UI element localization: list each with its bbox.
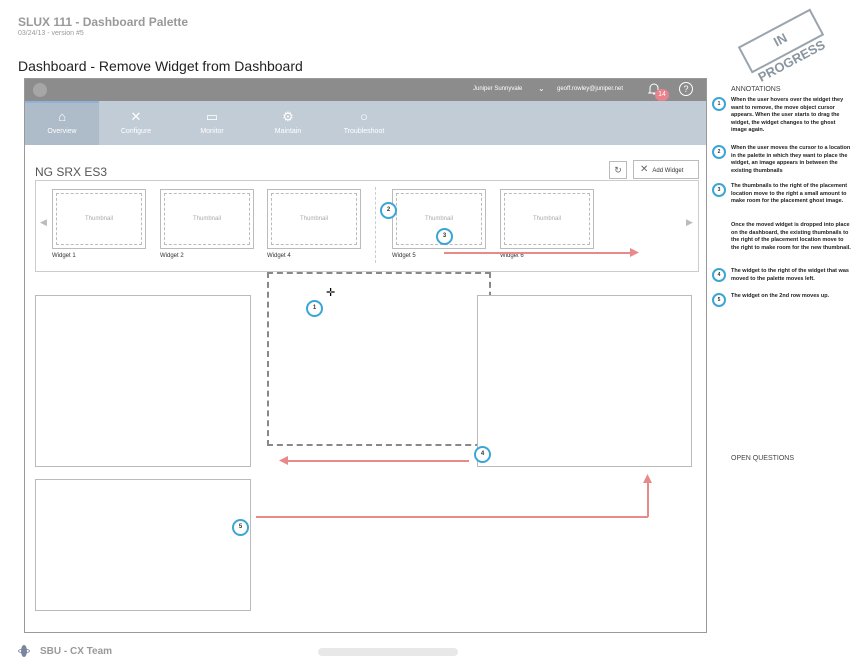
- nav-item-configure[interactable]: ✕ Configure: [99, 101, 173, 145]
- chat-icon: ○: [360, 109, 368, 124]
- annotation-marker: 2: [380, 202, 397, 219]
- annotation-text: The thumbnails to the right of the place…: [731, 183, 848, 204]
- thumbnail-label: Widget 5: [392, 253, 416, 259]
- open-questions-title: OPEN QUESTIONS: [731, 455, 795, 462]
- thumbnail-label: Widget 6: [500, 253, 524, 259]
- logo: [33, 83, 47, 97]
- user-email[interactable]: geoff.rowley@juniper.net: [557, 86, 623, 92]
- annotation-marker: 4: [474, 446, 491, 463]
- annotation-text: The widget to the right of the widget th…: [731, 268, 849, 282]
- doc-title: SLUX 111 - Dashboard Palette: [18, 15, 189, 29]
- nav-item-troubleshoot[interactable]: ○ Troubleshoot: [327, 101, 401, 145]
- add-widget-label: Add Widget: [652, 168, 684, 174]
- help-icon[interactable]: ?: [679, 82, 693, 96]
- annotation-number: 2: [712, 145, 726, 159]
- shift-right-arrow-line: [444, 252, 634, 254]
- nav-item-label: Configure: [120, 128, 152, 135]
- top-bar: Juniper Sunnyvale ⌄ geoff.rowley@juniper…: [25, 79, 706, 101]
- page-heading: Dashboard - Remove Widget from Dashboard: [18, 58, 303, 74]
- arrow-head-left-icon: [279, 456, 288, 465]
- arrow-head-up-icon: [643, 474, 652, 483]
- gears-icon: ⚙: [282, 109, 294, 124]
- dashboard-widget[interactable]: [35, 295, 251, 467]
- doc-version: 03/24/13 - version #5: [18, 30, 84, 37]
- active-tab-indicator: [25, 101, 99, 103]
- team-logo-icon: [18, 644, 30, 658]
- thumbnail-placeholder: Thumbnail: [504, 193, 590, 245]
- placement-ghost-divider: [375, 187, 376, 263]
- footer-team: SBU - CX Team: [40, 646, 113, 657]
- annotations-title: ANNOTATIONS: [731, 86, 781, 93]
- refresh-button[interactable]: ↻: [609, 161, 627, 179]
- notification-badge[interactable]: 14: [655, 89, 669, 101]
- tools-icon: ✕: [130, 109, 142, 124]
- arrow-head-right-icon: [630, 248, 639, 257]
- scroll-right-icon[interactable]: ▶: [686, 217, 693, 228]
- thumbnail-placeholder: Thumbnail: [164, 193, 250, 245]
- move-up-arrow-line: [647, 483, 649, 517]
- annotation-marker: 1: [306, 300, 323, 317]
- dashboard-widget[interactable]: [477, 295, 692, 467]
- dashboard-title: NG SRX ES3: [35, 165, 108, 179]
- annotation-text: When the user moves the cursor to a loca…: [731, 145, 851, 174]
- thumbnail-placeholder: Thumbnail: [271, 193, 357, 245]
- nav-item-monitor[interactable]: ▭ Monitor: [175, 101, 249, 145]
- nav-item-label: Overview: [47, 128, 77, 135]
- palette-thumbnail[interactable]: Thumbnail: [52, 189, 146, 249]
- chevron-down-icon[interactable]: ⌄: [538, 84, 545, 93]
- annotation-number: 4: [712, 268, 726, 282]
- nav-item-label: Troubleshoot: [343, 128, 385, 135]
- drag-ghost-widget[interactable]: [267, 272, 491, 446]
- thumbnail-label: Widget 4: [267, 253, 291, 259]
- nav-item-overview[interactable]: ⌂ Overview: [25, 101, 99, 145]
- in-progress-stamp: IN PROGRESS: [737, 8, 828, 85]
- palette-thumbnail[interactable]: Thumbnail: [267, 189, 361, 249]
- move-left-arrow-line: [287, 460, 469, 462]
- annotation-text: When the user hovers over the widget the…: [731, 97, 844, 133]
- thumbnail-label: Widget 1: [52, 253, 76, 259]
- nav-item-maintain[interactable]: ⚙ Maintain: [251, 101, 325, 145]
- app-frame: Juniper Sunnyvale ⌄ geoff.rowley@juniper…: [24, 78, 707, 633]
- main-nav: ⌂ Overview ✕ Configure ▭ Monitor ⚙ Maint…: [25, 101, 706, 145]
- annotation-marker: 5: [232, 519, 249, 536]
- annotation-number: 1: [712, 97, 726, 111]
- footer-confidential-bar: [318, 648, 458, 656]
- annotation-marker: 3: [436, 228, 453, 245]
- scroll-left-icon[interactable]: ◀: [40, 217, 47, 228]
- thumbnail-label: Widget 2: [160, 253, 184, 259]
- move-up-arrow-line: [256, 516, 648, 518]
- annotation-text: Once the moved widget is dropped into pl…: [731, 222, 851, 251]
- monitor-icon: ▭: [205, 109, 219, 124]
- close-icon: ✕: [640, 164, 649, 175]
- add-widget-button[interactable]: ✕ Add Widget: [633, 160, 699, 179]
- thumbnail-placeholder: Thumbnail: [56, 193, 142, 245]
- home-icon: ⌂: [58, 109, 66, 124]
- annotation-number: 5: [712, 293, 726, 307]
- palette-thumbnail[interactable]: Thumbnail: [160, 189, 254, 249]
- move-cursor-icon: ✛: [326, 287, 336, 299]
- nav-item-label: Monitor: [200, 128, 224, 135]
- palette-thumbnail[interactable]: Thumbnail: [500, 189, 594, 249]
- annotation-text: The widget on the 2nd row moves up.: [731, 293, 830, 299]
- location-selector[interactable]: Juniper Sunnyvale: [473, 86, 522, 92]
- dashboard-widget[interactable]: [35, 479, 251, 611]
- nav-item-label: Maintain: [274, 128, 302, 135]
- annotation-number: 3: [712, 183, 726, 197]
- widget-palette: ◀ ▶ Thumbnail Widget 1 Thumbnail Widget …: [35, 180, 699, 272]
